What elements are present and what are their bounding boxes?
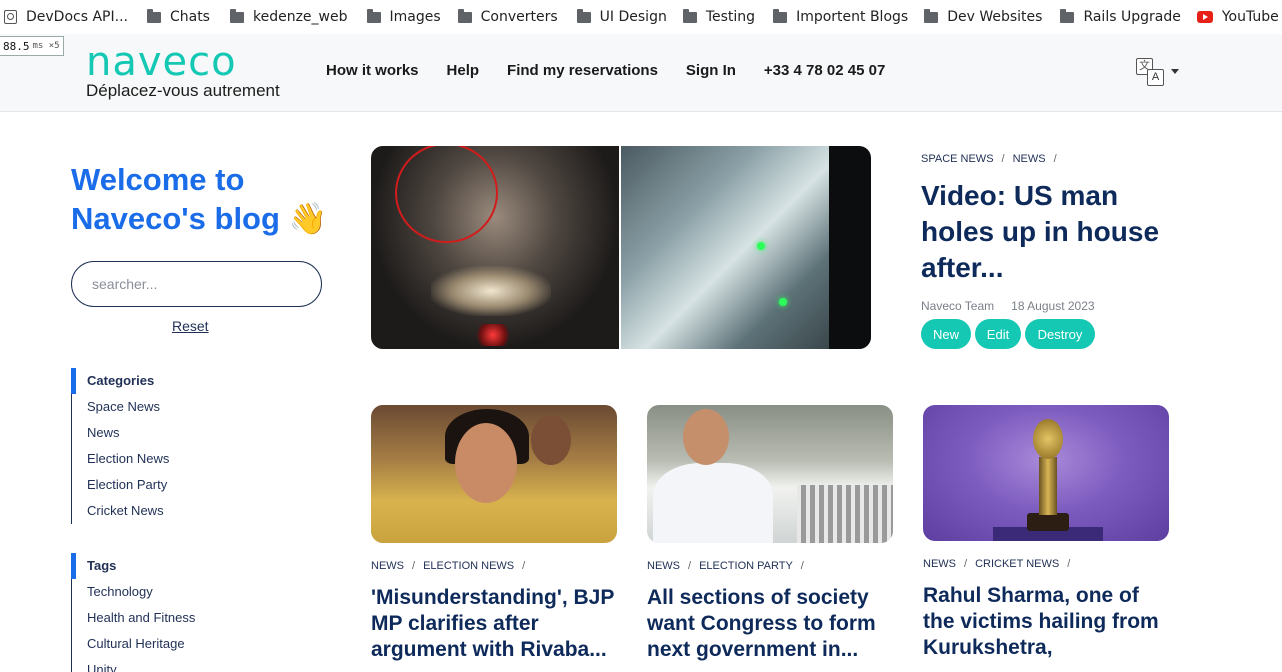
translate-icon: 文 A	[1136, 58, 1166, 88]
bookmark-label: DevDocs API...	[26, 9, 128, 25]
bookmark-chats[interactable]: Chats	[146, 0, 210, 34]
folder-icon	[924, 8, 939, 23]
folder-icon	[146, 8, 161, 23]
bookmark-label: Rails Upgrade	[1083, 9, 1181, 25]
perf-value: 88.5	[3, 39, 30, 53]
post-card-breadcrumb: NEWS / ELECTION NEWS /	[371, 560, 526, 572]
tag-item[interactable]: Health and Fitness	[72, 605, 195, 631]
post-actions: New Edit Destroy	[921, 319, 1099, 349]
perf-unit: ms ×5	[32, 41, 60, 51]
nav-sign-in[interactable]: Sign In	[686, 62, 736, 79]
category-link[interactable]: NEWS	[1013, 153, 1046, 165]
bookmark-importent-blogs[interactable]: Importent Blogs	[773, 0, 908, 34]
folder-icon	[366, 8, 381, 23]
post-card-image[interactable]	[647, 405, 893, 543]
bookmark-devdocs[interactable]: DevDocs API...	[4, 0, 128, 34]
post-date: 18 August 2023	[1011, 299, 1095, 313]
logo-tagline: Déplacez-vous autrement	[86, 81, 280, 100]
post-card-breadcrumb: NEWS / ELECTION PARTY /	[647, 560, 804, 572]
new-button[interactable]: New	[921, 319, 971, 349]
featured-breadcrumb: SPACE NEWS / NEWS /	[921, 153, 1057, 165]
bookmark-testing[interactable]: Testing	[682, 0, 756, 34]
bookmark-label: Images	[389, 9, 441, 25]
bookmark-rails-upgrade[interactable]: Rails Upgrade	[1060, 0, 1181, 34]
category-link[interactable]: ELECTION PARTY	[699, 560, 793, 572]
post-card-image[interactable]	[923, 405, 1169, 541]
category-item[interactable]: Space News	[72, 394, 169, 420]
destroy-button[interactable]: Destroy	[1025, 319, 1095, 349]
nav-help[interactable]: Help	[447, 62, 480, 79]
main-nav: How it works Help Find my reservations S…	[326, 62, 913, 79]
bookmark-label: YouTube	[1221, 9, 1279, 25]
site-header: naveco Déplacez-vous autrement How it wo…	[0, 34, 1282, 112]
youtube-icon	[1196, 11, 1213, 23]
featured-image-left	[371, 146, 619, 349]
bookmark-label: Importent Blogs	[796, 9, 909, 25]
bookmark-label: Dev Websites	[947, 9, 1043, 25]
welcome-heading: Welcome to Naveco's blog 👋	[71, 162, 328, 236]
reset-link[interactable]: Reset	[172, 318, 209, 334]
logo-wordmark: naveco	[86, 39, 237, 85]
tag-item[interactable]: Unity	[72, 657, 195, 672]
naveco-logo[interactable]: naveco Déplacez-vous autrement	[86, 42, 296, 101]
nav-how-it-works[interactable]: How it works	[326, 62, 419, 79]
tags-heading: Tags	[70, 553, 195, 579]
category-item[interactable]: News	[72, 420, 169, 446]
bookmark-label: kedenze_web	[252, 9, 348, 25]
categories-list: Categories Space News News Election News…	[70, 368, 169, 524]
edit-button[interactable]: Edit	[975, 319, 1021, 349]
category-link[interactable]: ELECTION NEWS	[423, 560, 514, 572]
bookmark-label: Chats	[169, 9, 210, 25]
bookmark-ui-design[interactable]: UI Design	[576, 0, 667, 34]
bookmark-kedenze-web[interactable]: kedenze_web	[229, 0, 348, 34]
categories-heading: Categories	[70, 368, 169, 394]
folder-icon	[682, 8, 697, 23]
category-link[interactable]: NEWS	[647, 560, 680, 572]
bookmark-converters[interactable]: Converters	[457, 0, 558, 34]
tag-item[interactable]: Technology	[72, 579, 195, 605]
chevron-down-icon	[1171, 68, 1179, 74]
tag-item[interactable]: Cultural Heritage	[72, 631, 195, 657]
folder-icon	[229, 8, 244, 23]
post-card-title[interactable]: All sections of society want Congress to…	[647, 585, 897, 663]
post-card-breadcrumb: NEWS / CRICKET NEWS /	[923, 558, 1071, 570]
folder-icon	[576, 8, 591, 23]
post-card-title[interactable]: Rahul Sharma, one of the victims hailing…	[923, 583, 1173, 661]
post-card-title[interactable]: 'Misunderstanding', BJP MP clarifies aft…	[371, 585, 621, 663]
bookmark-images[interactable]: Images	[366, 0, 441, 34]
category-link[interactable]: SPACE NEWS	[921, 153, 994, 165]
category-item[interactable]: Election Party	[72, 472, 169, 498]
featured-post-image[interactable]	[371, 146, 871, 349]
tags-list: Tags Technology Health and Fitness Cultu…	[70, 553, 195, 672]
bookmark-dev-websites[interactable]: Dev Websites	[924, 0, 1042, 34]
featured-post-meta: Naveco Team 18 August 2023	[921, 299, 1095, 313]
category-link[interactable]: NEWS	[371, 560, 404, 572]
post-card-image[interactable]	[371, 405, 617, 543]
folder-icon	[1060, 8, 1075, 23]
bookmarks-bar: DevDocs API... Chats kedenze_web Images …	[0, 0, 1282, 34]
post-author: Naveco Team	[921, 299, 995, 313]
perf-overlay: 88.5 ms ×5	[0, 36, 64, 56]
featured-post-title[interactable]: Video: US man holes up in house after...	[921, 178, 1181, 286]
page-search-icon	[4, 10, 17, 24]
language-selector[interactable]: 文 A	[1136, 58, 1179, 88]
bookmark-label: UI Design	[599, 9, 667, 25]
category-link[interactable]: CRICKET NEWS	[975, 558, 1059, 570]
nav-find-reservations[interactable]: Find my reservations	[507, 62, 658, 79]
category-link[interactable]: NEWS	[923, 558, 956, 570]
category-item[interactable]: Cricket News	[72, 498, 169, 524]
bookmark-label: Testing	[705, 9, 756, 25]
folder-icon	[773, 8, 788, 23]
category-item[interactable]: Election News	[72, 446, 169, 472]
bookmark-youtube[interactable]: YouTube	[1196, 0, 1279, 34]
bookmark-label: Converters	[480, 9, 558, 25]
nav-phone[interactable]: +33 4 78 02 45 07	[764, 62, 885, 79]
folder-icon	[457, 8, 472, 23]
featured-image-right	[621, 146, 871, 349]
search-input[interactable]	[71, 261, 322, 307]
